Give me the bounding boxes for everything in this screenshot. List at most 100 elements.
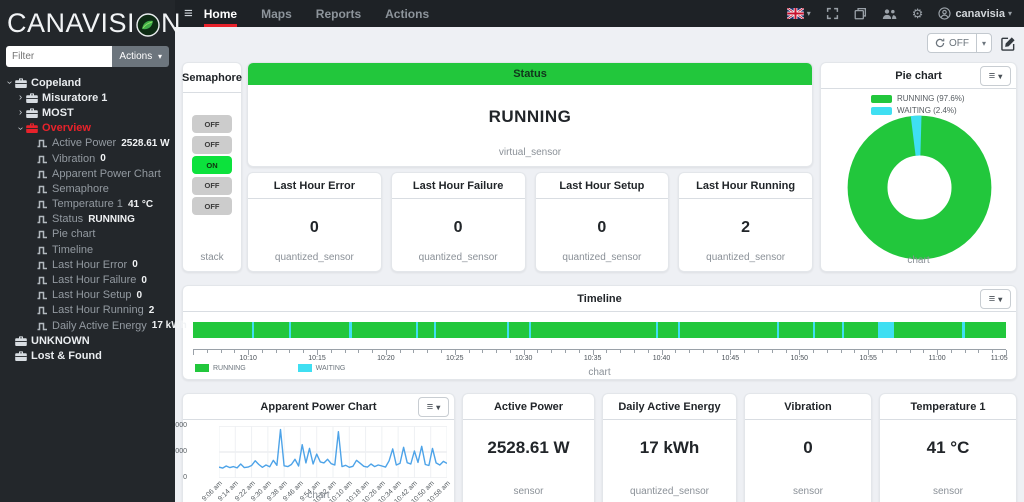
tree-item-daily-active-energy[interactable]: Daily Active Energy17 kWh <box>0 318 175 333</box>
user-menu-button[interactable]: canavisia ▾ <box>938 7 1012 20</box>
tree-item-label: Last Hour Running <box>52 304 144 316</box>
timeline-bar <box>193 322 1006 338</box>
tree-item-vibration[interactable]: Vibration0 <box>0 151 175 166</box>
semaphore-light-0-off[interactable]: OFF <box>192 115 232 133</box>
tree-item-pie-chart[interactable]: Pie chart <box>0 227 175 242</box>
signal-icon <box>37 184 48 194</box>
last-hour-error-widget: Last Hour Error 0 quantized_sensor <box>247 172 382 272</box>
axis-tick <box>358 350 359 353</box>
status-title: Status <box>513 68 547 80</box>
tree-item-status[interactable]: StatusRUNNING <box>0 212 175 227</box>
axis-tick-label: 10:15 <box>308 355 326 362</box>
tree-item-lost-found[interactable]: Lost & Found <box>0 348 175 363</box>
apparent-power-menu-button[interactable]: ≡▾ <box>418 397 449 417</box>
chevron-expanded-icon[interactable]: › <box>4 77 15 88</box>
tree-item-temperature-1[interactable]: Temperature 141 °C <box>0 197 175 212</box>
axis-tick-label: 10:35 <box>584 355 602 362</box>
counter-title: Last Hour Running <box>696 180 795 192</box>
axis-tick <box>634 350 635 353</box>
semaphore-light-4-off[interactable]: OFF <box>192 197 232 215</box>
tree-item-most[interactable]: › MOST <box>0 105 175 120</box>
sensor-value: 0 <box>745 438 871 458</box>
tree-item-misuratore-1[interactable]: › Misuratore 1 <box>0 90 175 105</box>
tree-item-timeline[interactable]: Timeline <box>0 242 175 257</box>
waiting-segment <box>842 322 844 338</box>
apparent-power-footer: chart <box>183 490 454 501</box>
sidebar-actions-button[interactable]: Actions ▾ <box>112 46 169 67</box>
tree-item-label: MOST <box>42 107 74 119</box>
tree-item-unknown[interactable]: UNKNOWN <box>0 333 175 348</box>
tree-item-label: UNKNOWN <box>31 335 90 347</box>
tree-item-active-power[interactable]: Active Power2528.61 W <box>0 136 175 151</box>
fullscreen-icon[interactable] <box>826 7 839 20</box>
axis-tick <box>910 350 911 353</box>
axis-tick <box>372 350 373 353</box>
axis-tick <box>978 350 979 353</box>
leaf-logo-icon <box>136 13 160 37</box>
tab-home[interactable]: Home <box>204 0 237 27</box>
waiting-segment <box>656 322 658 338</box>
users-icon[interactable] <box>882 8 897 20</box>
tree-item-label: Pie chart <box>52 228 95 240</box>
tree-item-value: 41 °C <box>128 199 153 210</box>
axis-tick <box>717 350 718 353</box>
axis-tick <box>413 350 414 353</box>
semaphore-light-1-off[interactable]: OFF <box>192 136 232 154</box>
waiting-segment <box>349 322 351 338</box>
timeline-menu-button[interactable]: ≡▾ <box>980 289 1011 309</box>
axis-tick <box>303 350 304 353</box>
axis-tick <box>193 350 194 355</box>
waiting-segment <box>529 322 531 338</box>
waiting-segment <box>252 322 255 338</box>
tab-actions[interactable]: Actions <box>385 0 429 27</box>
tree-item-label: Timeline <box>52 244 93 256</box>
axis-tick <box>400 350 401 353</box>
refresh-dropdown-caret[interactable]: ▾ <box>976 34 991 52</box>
counter-title: Last Hour Setup <box>559 180 644 192</box>
apparent-power-chart-title: Apparent Power Chart <box>260 401 376 413</box>
pie-chart-menu-button[interactable]: ≡▾ <box>980 66 1011 86</box>
tab-maps[interactable]: Maps <box>261 0 292 27</box>
tree-item-label: Misuratore 1 <box>42 92 107 104</box>
tree-item-copeland[interactable]: ›Copeland <box>0 75 175 90</box>
tree-item-semaphore[interactable]: Semaphore <box>0 181 175 196</box>
filter-input[interactable] <box>6 46 112 67</box>
tree-item-last-hour-error[interactable]: Last Hour Error0 <box>0 257 175 272</box>
windows-layout-icon[interactable] <box>854 7 867 20</box>
chevron-collapsed-icon[interactable]: › <box>15 107 26 118</box>
sensor-value: 2528.61 W <box>463 438 594 458</box>
axis-tick <box>841 350 842 353</box>
axis-tick <box>923 350 924 353</box>
edit-dashboard-icon[interactable] <box>1001 36 1016 51</box>
device-icon <box>26 123 38 133</box>
tree-item-last-hour-setup[interactable]: Last Hour Setup0 <box>0 288 175 303</box>
axis-tick <box>441 350 442 353</box>
tree-item-overview[interactable]: ›Overview <box>0 121 175 136</box>
sensor-title: Active Power <box>494 401 563 413</box>
tree-item-value: 2528.61 W <box>121 138 169 149</box>
semaphore-stack: OFF OFF ON OFF OFF <box>183 115 241 215</box>
topbar: ≡ Home Maps Reports Actions ▾ <box>175 0 1024 27</box>
tree-item-last-hour-running[interactable]: Last Hour Running2 <box>0 303 175 318</box>
gear-icon[interactable]: ⚙ <box>912 6 924 22</box>
semaphore-light-2-on[interactable]: ON <box>192 156 232 174</box>
auto-refresh-button[interactable]: OFF ▾ <box>927 33 992 53</box>
language-flag-button[interactable]: ▾ <box>787 8 811 19</box>
signal-icon <box>37 305 48 315</box>
sensor-footer: sensor <box>463 486 594 497</box>
axis-tick <box>510 350 511 353</box>
tree-item-apparent-power-chart[interactable]: Apparent Power Chart <box>0 166 175 181</box>
semaphore-light-3-off[interactable]: OFF <box>192 177 232 195</box>
tree-item-last-hour-failure[interactable]: Last Hour Failure0 <box>0 272 175 287</box>
counter-value: 0 <box>392 219 525 237</box>
axis-tick <box>345 350 346 353</box>
chevron-collapsed-icon[interactable]: › <box>15 92 26 103</box>
sensor-value: 17 kWh <box>603 438 736 458</box>
signal-icon <box>37 138 48 148</box>
sidebar: CANAVISI N Actions ▾ ›Copeland›Misurator… <box>0 0 175 502</box>
tab-reports[interactable]: Reports <box>316 0 361 27</box>
axis-tick <box>882 350 883 353</box>
signal-icon <box>37 321 48 331</box>
chevron-expanded-icon[interactable]: › <box>15 123 26 134</box>
vibration-widget: Vibration 0 sensor <box>744 393 872 502</box>
